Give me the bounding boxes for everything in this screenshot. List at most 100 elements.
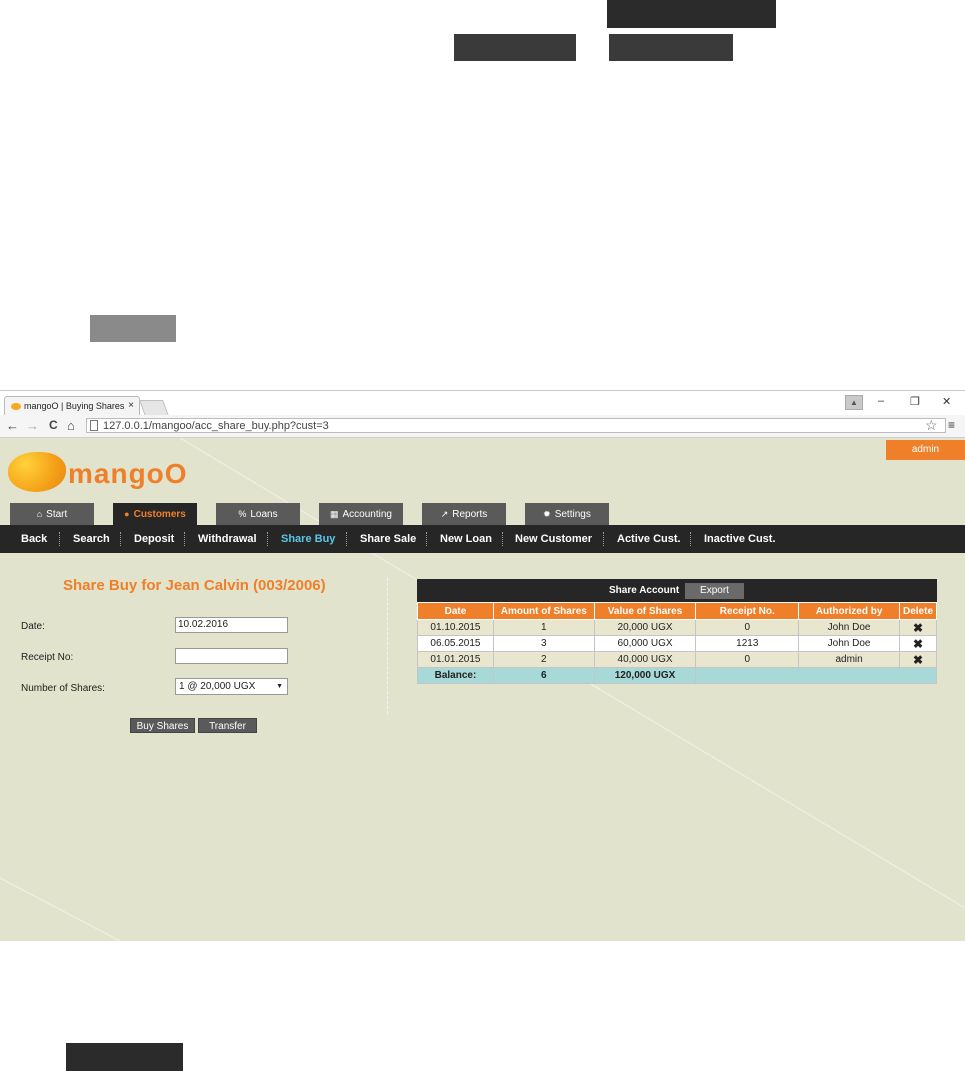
url-text: 127.0.0.1/mangoo/acc_share_buy.php?cust=…: [103, 420, 329, 432]
subnav-deposit[interactable]: Deposit: [134, 525, 174, 553]
divider: [426, 532, 427, 546]
back-arrow-icon[interactable]: ←: [6, 418, 19, 433]
subnav-search[interactable]: Search: [73, 525, 110, 553]
subnav-new-customer[interactable]: New Customer: [515, 525, 592, 553]
delete-icon[interactable]: ✖: [898, 619, 938, 636]
tab-label: Loans: [250, 508, 278, 520]
divider: [120, 532, 121, 546]
mango-favicon-icon: [11, 402, 21, 410]
subnav-new-loan[interactable]: New Loan: [440, 525, 492, 553]
gear-icon: ✹: [543, 508, 551, 519]
shares-select[interactable]: 1 @ 20,000 UGX ▼: [175, 678, 288, 695]
subnav-back[interactable]: Back: [21, 525, 47, 553]
tab-bar: mangoO | Buying Shares × ▲ – ❐ ✕: [0, 391, 965, 416]
tab-accounting[interactable]: ▦ Accounting: [319, 503, 403, 525]
menu-icon[interactable]: ≡: [948, 418, 955, 432]
divider: [184, 532, 185, 546]
shares-label: Number of Shares:: [21, 683, 105, 694]
redaction-block: [609, 34, 733, 61]
value-cell: 20,000 UGX: [593, 619, 697, 636]
share-account-title: Share Account: [609, 585, 680, 596]
admin-button[interactable]: admin: [886, 440, 965, 460]
receipt-cell: 0: [695, 619, 800, 636]
subnav-inactive-customers[interactable]: Inactive Cust.: [704, 525, 776, 553]
tab-title: mangoO | Buying Shares: [24, 401, 125, 411]
user-icon: ●: [124, 509, 130, 519]
authorized-cell: admin: [798, 651, 900, 668]
subnav-active-customers[interactable]: Active Cust.: [617, 525, 681, 553]
column-header: Value of Shares: [593, 602, 697, 620]
authorized-cell: John Doe: [798, 635, 900, 652]
column-header: Receipt No.: [695, 602, 800, 620]
table-row: 01.01.2015 2 40,000 UGX 0 admin ✖: [417, 651, 938, 668]
tab-settings[interactable]: ✹ Settings: [525, 503, 609, 525]
redaction-block: [607, 0, 776, 28]
date-cell: 01.01.2015: [417, 651, 494, 668]
column-header: Authorized by: [798, 602, 900, 620]
tab-label: Start: [46, 508, 68, 520]
bookmark-star-icon[interactable]: ☆: [925, 417, 938, 434]
close-window-icon[interactable]: ✕: [942, 395, 951, 408]
date-label: Date:: [21, 621, 45, 632]
tab-label: Accounting: [342, 508, 392, 520]
export-button[interactable]: Export: [685, 583, 744, 599]
user-profile-icon[interactable]: ▲: [845, 395, 863, 410]
forward-arrow-icon[interactable]: →: [26, 418, 39, 433]
date-field[interactable]: 10.02.2016: [175, 617, 288, 633]
subnav-withdrawal[interactable]: Withdrawal: [198, 525, 257, 553]
divider: [502, 532, 503, 546]
share-account-table: Date Amount of Shares Value of Shares Re…: [417, 602, 938, 684]
page-icon: [90, 420, 98, 431]
delete-icon[interactable]: ✖: [898, 635, 938, 652]
reload-icon[interactable]: C: [49, 418, 58, 432]
delete-icon[interactable]: ✖: [898, 651, 938, 668]
url-input[interactable]: 127.0.0.1/mangoo/acc_share_buy.php?cust=…: [86, 418, 946, 433]
transfer-button[interactable]: Transfer: [198, 718, 257, 733]
tab-customers[interactable]: ● Customers: [113, 503, 197, 525]
subnav-share-buy[interactable]: Share Buy: [281, 525, 335, 553]
tab-reports[interactable]: ↗ Reports: [422, 503, 506, 525]
divider: [59, 532, 60, 546]
value-cell: 60,000 UGX: [593, 635, 697, 652]
balance-row: Balance: 6 120,000 UGX: [417, 667, 937, 684]
tab-label: Settings: [554, 508, 591, 520]
column-header: Amount of Shares: [492, 602, 595, 620]
main-tabs: ⌂ Start ● Customers % Loans ▦ Accounting…: [0, 503, 965, 525]
value-cell: 40,000 UGX: [593, 651, 697, 668]
balance-label: Balance:: [417, 667, 494, 684]
receipt-cell: 0: [695, 651, 800, 668]
close-tab-icon[interactable]: ×: [128, 400, 134, 411]
authorized-cell: John Doe: [798, 619, 900, 636]
browser-tab[interactable]: mangoO | Buying Shares ×: [4, 396, 140, 415]
balance-amount: 6: [492, 667, 595, 684]
logo-text: mangoO: [68, 458, 188, 489]
restore-icon[interactable]: ❐: [910, 395, 920, 408]
buy-shares-button[interactable]: Buy Shares: [130, 718, 195, 733]
date-cell: 06.05.2015: [417, 635, 494, 652]
column-header: Date: [417, 602, 494, 620]
home-icon[interactable]: ⌂: [67, 418, 75, 433]
column-header: Delete: [898, 602, 938, 620]
balance-empty-cell: [695, 667, 937, 684]
column-divider: [387, 578, 388, 714]
receipt-label: Receipt No:: [21, 652, 74, 663]
mangoo-logo[interactable]: mangoO: [8, 452, 188, 492]
date-cell: 01.10.2015: [417, 619, 494, 636]
tab-label: Customers: [133, 508, 186, 520]
minimize-icon[interactable]: –: [878, 395, 884, 407]
mango-logo-icon: [8, 452, 66, 492]
receipt-field[interactable]: [175, 648, 288, 664]
divider: [267, 532, 268, 546]
chart-line-icon: ↗: [440, 508, 449, 519]
redaction-block: [454, 34, 576, 61]
tab-start[interactable]: ⌂ Start: [10, 503, 94, 525]
amount-cell: 2: [492, 651, 595, 668]
subnav-share-sale[interactable]: Share Sale: [360, 525, 416, 553]
redaction-block: [90, 315, 176, 342]
sub-navigation: Back Search Deposit Withdrawal Share Buy…: [0, 525, 965, 553]
table-row: 01.10.2015 1 20,000 UGX 0 John Doe ✖: [417, 619, 938, 636]
calculator-icon: ▦: [330, 508, 339, 519]
tab-loans[interactable]: % Loans: [216, 503, 300, 525]
new-tab-button[interactable]: [139, 400, 169, 416]
page-content: admin mangoO ⌂ Start ● Customers % Loans…: [0, 438, 965, 941]
